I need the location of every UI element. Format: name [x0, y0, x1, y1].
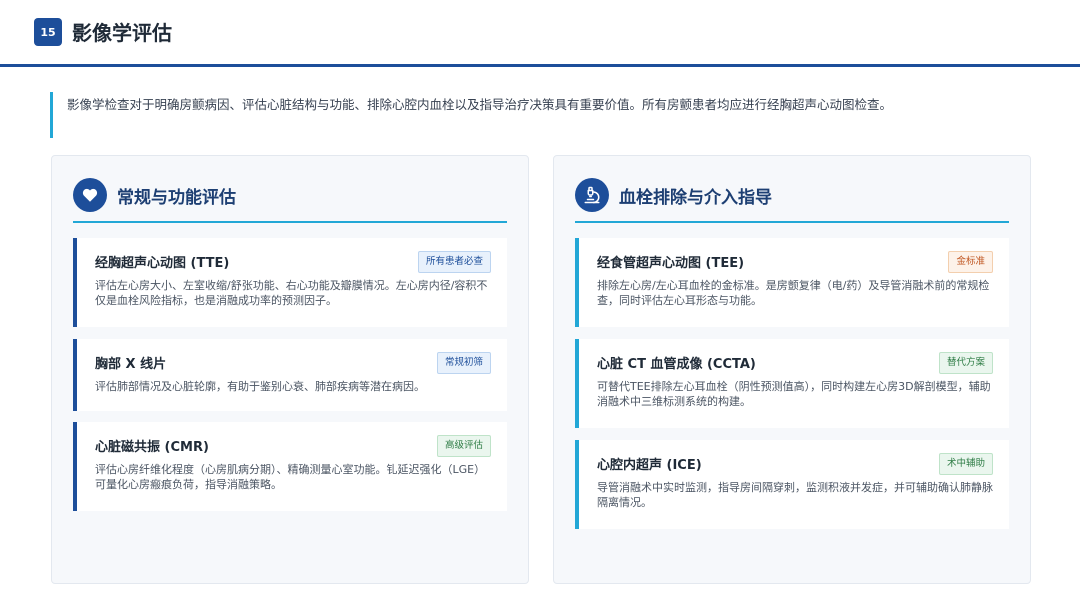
card-tag: 替代方案 — [938, 352, 993, 374]
page-number-badge: 15 — [34, 18, 62, 46]
header-divider — [0, 64, 1080, 67]
card-tag: 常规初筛 — [436, 352, 491, 374]
panel-divider — [575, 221, 1009, 223]
card-title: 经胸超声心动图 (TTE) — [95, 256, 230, 271]
card-tag: 高级评估 — [436, 435, 491, 457]
card-tag: 所有患者必查 — [417, 251, 491, 273]
slide-header: 15 影像学评估 — [0, 0, 1080, 67]
card-description: 评估左心房大小、左室收缩/舒张功能、右心功能及瓣膜情况。左心房内径/容积不仅是血… — [95, 279, 488, 307]
card-description: 评估肺部情况及心脏轮廓，有助于鉴别心衰、肺部疾病等潜在病因。 — [95, 380, 425, 393]
panel-header: 血栓排除与介入指导 — [575, 178, 1009, 223]
panel-thrombus-intervention: 血栓排除与介入指导 经食管超声心动图 (TEE) 金标准 排除左心房/左心耳血栓… — [553, 155, 1031, 584]
card-description: 排除左心房/左心耳血栓的金标准。是房颤复律（电/药）及导管消融术前的常规检查，同… — [597, 279, 990, 307]
intro-callout: 影像学检查对于明确房颤病因、评估心脏结构与功能、排除心腔内血栓以及指导治疗决策具… — [50, 92, 1043, 138]
card-tag: 金标准 — [948, 251, 993, 273]
card-title: 心脏磁共振 (CMR) — [95, 440, 209, 455]
card-tte: 经胸超声心动图 (TTE) 所有患者必查 评估左心房大小、左室收缩/舒张功能、右… — [73, 238, 507, 327]
panel-title: 常规与功能评估 — [117, 188, 236, 208]
heart-icon — [73, 178, 107, 212]
card-title: 经食管超声心动图 (TEE) — [597, 256, 745, 271]
card-description: 评估心房纤维化程度（心房肌病分期）、精确测量心室功能。钆延迟强化（LGE）可量化… — [95, 463, 486, 491]
card-description: 导管消融术中实时监测，指导房间隔穿刺，监测积液并发症，并可辅助确认肺静脉隔离情况… — [597, 481, 993, 509]
card-title: 心脏 CT 血管成像 (CCTA) — [597, 357, 756, 372]
intro-text: 影像学检查对于明确房颤病因、评估心脏结构与功能、排除心腔内血栓以及指导治疗决策具… — [67, 97, 893, 112]
card-ice: 心腔内超声 (ICE) 术中辅助 导管消融术中实时监测，指导房间隔穿刺，监测积液… — [575, 440, 1009, 529]
microscope-icon — [575, 178, 609, 212]
panel-header: 常规与功能评估 — [73, 178, 507, 223]
card-tee: 经食管超声心动图 (TEE) 金标准 排除左心房/左心耳血栓的金标准。是房颤复律… — [575, 238, 1009, 327]
card-cmr: 心脏磁共振 (CMR) 高级评估 评估心房纤维化程度（心房肌病分期）、精确测量心… — [73, 422, 507, 511]
page-title: 影像学评估 — [72, 21, 172, 45]
card-title: 胸部 X 线片 — [95, 357, 167, 372]
card-title: 心腔内超声 (ICE) — [597, 458, 702, 473]
panel-divider — [73, 221, 507, 223]
panel-routine-assessment: 常规与功能评估 经胸超声心动图 (TTE) 所有患者必查 评估左心房大小、左室收… — [51, 155, 529, 584]
card-tag: 术中辅助 — [938, 453, 993, 475]
panel-title: 血栓排除与介入指导 — [619, 188, 772, 208]
card-ccta: 心脏 CT 血管成像 (CCTA) 替代方案 可替代TEE排除左心耳血栓（阴性预… — [575, 339, 1009, 428]
card-chest-xray: 胸部 X 线片 常规初筛 评估肺部情况及心脏轮廓，有助于鉴别心衰、肺部疾病等潜在… — [73, 339, 507, 411]
card-description: 可替代TEE排除左心耳血栓（阴性预测值高），同时构建左心房3D解剖模型，辅助消融… — [597, 380, 991, 408]
